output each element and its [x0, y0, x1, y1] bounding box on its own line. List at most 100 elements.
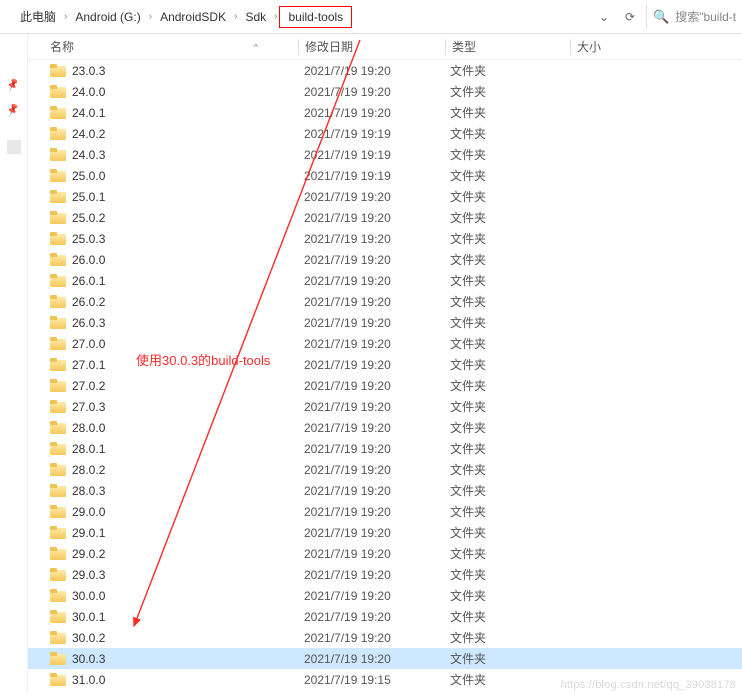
table-row[interactable]: 26.0.22021/7/19 19:20文件夹: [28, 291, 742, 312]
table-row[interactable]: 29.0.12021/7/19 19:20文件夹: [28, 522, 742, 543]
file-date: 2021/7/19 19:20: [298, 316, 444, 330]
folder-icon: [50, 64, 66, 77]
breadcrumb-item[interactable]: Sdk: [239, 6, 272, 28]
file-type: 文件夹: [444, 545, 568, 562]
chevron-right-icon[interactable]: ›: [147, 11, 154, 22]
folder-icon: [50, 127, 66, 140]
file-list-panel: 名称 ^ 修改日期 类型 大小 23.0.32021/7/19 19:20文件夹…: [28, 34, 742, 693]
table-row[interactable]: 30.0.02021/7/19 19:20文件夹: [28, 585, 742, 606]
table-row[interactable]: 26.0.12021/7/19 19:20文件夹: [28, 270, 742, 291]
table-row[interactable]: 30.0.22021/7/19 19:20文件夹: [28, 627, 742, 648]
table-row[interactable]: 24.0.22021/7/19 19:19文件夹: [28, 123, 742, 144]
file-type: 文件夹: [444, 608, 568, 625]
breadcrumb-item[interactable]: Android (G:): [69, 6, 146, 28]
file-date: 2021/7/19 19:19: [298, 127, 444, 141]
table-row[interactable]: 28.0.02021/7/19 19:20文件夹: [28, 417, 742, 438]
file-name: 24.0.1: [72, 106, 105, 120]
table-row[interactable]: 25.0.02021/7/19 19:19文件夹: [28, 165, 742, 186]
folder-icon: [50, 673, 66, 686]
file-type: 文件夹: [444, 419, 568, 436]
file-date: 2021/7/19 19:19: [298, 148, 444, 162]
column-header-name[interactable]: 名称 ^: [28, 38, 298, 55]
file-date: 2021/7/19 19:20: [298, 358, 444, 372]
nav-placeholder-icon: [7, 140, 21, 154]
file-type: 文件夹: [444, 272, 568, 289]
table-row[interactable]: 25.0.32021/7/19 19:20文件夹: [28, 228, 742, 249]
table-row[interactable]: 24.0.32021/7/19 19:19文件夹: [28, 144, 742, 165]
chevron-right-icon[interactable]: ›: [232, 11, 239, 22]
table-row[interactable]: 27.0.32021/7/19 19:20文件夹: [28, 396, 742, 417]
file-date: 2021/7/19 19:15: [298, 673, 444, 687]
file-date: 2021/7/19 19:20: [298, 610, 444, 624]
search-icon: 🔍: [653, 9, 669, 25]
file-date: 2021/7/19 19:19: [298, 169, 444, 183]
table-row[interactable]: 25.0.22021/7/19 19:20文件夹: [28, 207, 742, 228]
table-row[interactable]: 23.0.32021/7/19 19:20文件夹: [28, 60, 742, 81]
table-row[interactable]: 30.0.32021/7/19 19:20文件夹: [28, 648, 742, 669]
folder-icon: [50, 337, 66, 350]
folder-icon: [50, 85, 66, 98]
table-row[interactable]: 25.0.12021/7/19 19:20文件夹: [28, 186, 742, 207]
file-type: 文件夹: [444, 62, 568, 79]
folder-icon: [50, 169, 66, 182]
folder-icon: [50, 106, 66, 119]
file-name: 27.0.2: [72, 379, 105, 393]
table-row[interactable]: 26.0.32021/7/19 19:20文件夹: [28, 312, 742, 333]
table-row[interactable]: 27.0.22021/7/19 19:20文件夹: [28, 375, 742, 396]
folder-icon: [50, 190, 66, 203]
breadcrumb-item[interactable]: AndroidSDK: [154, 6, 232, 28]
pin-icon[interactable]: 📌: [6, 103, 21, 118]
file-date: 2021/7/19 19:20: [298, 484, 444, 498]
address-dropdown-button[interactable]: ⌄: [592, 6, 616, 28]
folder-icon: [50, 484, 66, 497]
column-headers: 名称 ^ 修改日期 类型 大小: [28, 34, 742, 60]
file-name: 27.0.3: [72, 400, 105, 414]
folder-icon: [50, 148, 66, 161]
table-row[interactable]: 29.0.22021/7/19 19:20文件夹: [28, 543, 742, 564]
file-date: 2021/7/19 19:20: [298, 295, 444, 309]
folder-icon: [50, 421, 66, 434]
breadcrumb-item-current[interactable]: build-tools: [279, 6, 352, 28]
search-input[interactable]: 🔍 搜索"build-t: [646, 5, 738, 29]
chevron-right-icon[interactable]: ›: [62, 11, 69, 22]
column-header-size[interactable]: 大小: [571, 38, 671, 55]
file-name: 28.0.1: [72, 442, 105, 456]
file-type: 文件夹: [444, 377, 568, 394]
chevron-right-icon[interactable]: ›: [272, 11, 279, 22]
table-row[interactable]: 28.0.22021/7/19 19:20文件夹: [28, 459, 742, 480]
search-placeholder: 搜索"build-t: [675, 8, 736, 25]
table-row[interactable]: 28.0.12021/7/19 19:20文件夹: [28, 438, 742, 459]
file-date: 2021/7/19 19:20: [298, 106, 444, 120]
file-type: 文件夹: [444, 104, 568, 121]
file-name: 25.0.3: [72, 232, 105, 246]
file-name: 30.0.1: [72, 610, 105, 624]
file-name: 26.0.3: [72, 316, 105, 330]
folder-icon: [50, 295, 66, 308]
column-header-date[interactable]: 修改日期: [299, 38, 445, 55]
file-type: 文件夹: [444, 440, 568, 457]
file-type: 文件夹: [444, 125, 568, 142]
file-name: 25.0.1: [72, 190, 105, 204]
file-name: 28.0.0: [72, 421, 105, 435]
pin-icon[interactable]: 📌: [6, 78, 21, 93]
file-date: 2021/7/19 19:20: [298, 274, 444, 288]
table-row[interactable]: 26.0.02021/7/19 19:20文件夹: [28, 249, 742, 270]
file-name: 25.0.0: [72, 169, 105, 183]
file-type: 文件夹: [444, 503, 568, 520]
breadcrumb: 此电脑 › Android (G:) › AndroidSDK › Sdk › …: [4, 0, 646, 33]
file-type: 文件夹: [444, 251, 568, 268]
file-type: 文件夹: [444, 650, 568, 667]
folder-icon: [50, 463, 66, 476]
refresh-button[interactable]: ⟳: [618, 6, 642, 28]
table-row[interactable]: 29.0.32021/7/19 19:20文件夹: [28, 564, 742, 585]
file-name: 29.0.3: [72, 568, 105, 582]
table-row[interactable]: 29.0.02021/7/19 19:20文件夹: [28, 501, 742, 522]
file-name: 24.0.3: [72, 148, 105, 162]
breadcrumb-item[interactable]: 此电脑: [14, 6, 62, 28]
column-header-type[interactable]: 类型: [446, 38, 570, 55]
table-row[interactable]: 30.0.1 2021/7/19 19:20文件夹: [28, 606, 742, 627]
table-row[interactable]: 28.0.32021/7/19 19:20文件夹: [28, 480, 742, 501]
table-row[interactable]: 24.0.02021/7/19 19:20文件夹: [28, 81, 742, 102]
annotation-text: 使用30.0.3的build-tools: [136, 350, 270, 369]
table-row[interactable]: 24.0.1 2021/7/19 19:20文件夹: [28, 102, 742, 123]
